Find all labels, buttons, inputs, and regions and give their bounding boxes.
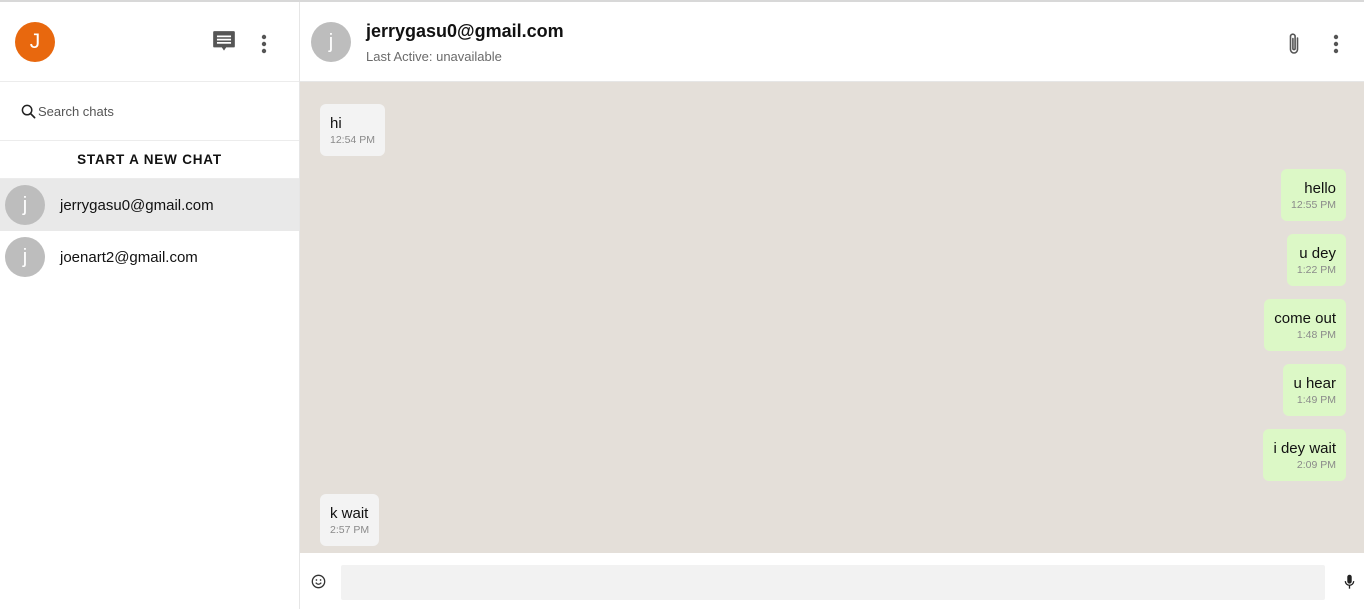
message-bubble-outgoing: i dey wait 2:09 PM <box>1263 429 1346 481</box>
message-text: hello <box>1304 180 1336 197</box>
search-bar <box>0 82 299 141</box>
message-time: 12:55 PM <box>1291 199 1336 211</box>
user-avatar[interactable]: J <box>15 22 55 62</box>
message-time: 1:49 PM <box>1296 394 1336 406</box>
message-text: hi <box>330 115 342 132</box>
message-text: k wait <box>330 505 369 522</box>
conversation-header: j jerrygasu0@gmail.com Last Active: unav… <box>300 2 1364 82</box>
sidebar-menu-button[interactable] <box>254 30 274 58</box>
conversation-menu-button[interactable] <box>1326 30 1346 58</box>
last-active-status: Last Active: unavailable <box>366 49 502 64</box>
voice-record-button[interactable] <box>1342 573 1356 591</box>
message-bubble-outgoing: u dey 1:22 PM <box>1286 234 1346 286</box>
chat-list-item[interactable]: j joenart2@gmail.com <box>0 231 299 283</box>
message-bubble-incoming: k wait 2:57 PM <box>320 494 380 546</box>
message-text: u hear <box>1293 375 1336 392</box>
message-text: i dey wait <box>1273 440 1336 457</box>
message-time: 2:09 PM <box>1296 459 1336 471</box>
more-vertical-icon <box>261 34 267 54</box>
chat-list-item[interactable]: j jerrygasu0@gmail.com <box>0 179 299 231</box>
paperclip-icon <box>1289 33 1299 54</box>
message-composer <box>300 553 1364 609</box>
search-input[interactable] <box>38 103 278 119</box>
contact-avatar[interactable]: j <box>311 22 351 62</box>
message-bubble-outgoing: u hear 1:49 PM <box>1283 364 1346 416</box>
message-bubble-outgoing: come out 1:48 PM <box>1264 299 1346 351</box>
message-time: 1:48 PM <box>1296 329 1336 341</box>
chat-list: j jerrygasu0@gmail.com j joenart2@gmail.… <box>0 179 299 283</box>
contact-name: jerrygasu0@gmail.com <box>366 21 564 41</box>
avatar: j <box>5 237 45 277</box>
start-new-chat-button[interactable]: START A NEW CHAT <box>0 141 299 179</box>
search-icon <box>20 103 36 119</box>
message-time: 2:57 PM <box>330 524 370 536</box>
message-time: 12:54 PM <box>330 134 375 146</box>
avatar: j <box>5 185 45 225</box>
emoji-icon <box>311 574 325 588</box>
mic-icon <box>1344 574 1354 589</box>
message-time: 1:22 PM <box>1296 264 1336 276</box>
emoji-button[interactable] <box>310 573 326 589</box>
message-text: u dey <box>1299 245 1336 262</box>
message-icon <box>213 31 235 51</box>
more-vertical-icon <box>1333 34 1339 54</box>
sidebar-header: J <box>0 2 299 82</box>
sidebar: J Search chats START A NEW CHAT j jerryg… <box>0 2 300 609</box>
message-input[interactable] <box>341 565 1325 600</box>
message-bubble-outgoing: hello 12:55 PM <box>1281 169 1346 221</box>
message-bubble-incoming: hi 12:54 PM <box>320 104 385 156</box>
chat-app: J Search chats START A NEW CHAT j jerryg… <box>0 0 1364 609</box>
chat-name: jerrygasu0@gmail.com <box>60 196 214 214</box>
conversation-pane: j jerrygasu0@gmail.com Last Active: unav… <box>300 2 1364 609</box>
attach-button[interactable] <box>1283 30 1305 58</box>
new-message-button[interactable] <box>210 28 238 56</box>
chat-name: joenart2@gmail.com <box>60 248 198 266</box>
message-text: come out <box>1274 310 1336 327</box>
message-list: hi 12:54 PM hello 12:55 PM u dey 1:22 PM… <box>300 82 1364 553</box>
